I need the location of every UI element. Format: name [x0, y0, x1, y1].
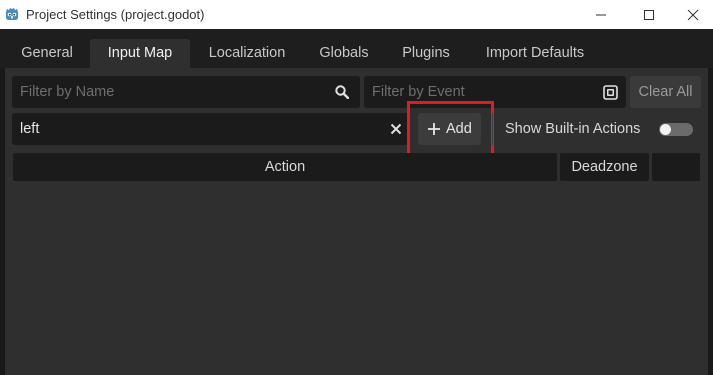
action-name-value: left: [20, 121, 40, 137]
tab-plugins[interactable]: Plugins: [389, 39, 463, 68]
tab-globals[interactable]: Globals: [305, 39, 383, 68]
show-builtin-label: Show Built-in Actions: [505, 121, 641, 137]
close-icon: [390, 123, 402, 135]
tab-bar: General Input Map Localization Globals P…: [0, 29, 713, 68]
action-table-body: [5, 182, 708, 375]
minimize-icon: [596, 14, 606, 15]
toggle-knob: [660, 124, 671, 135]
show-builtin-toggle[interactable]: [659, 123, 693, 136]
filter-by-name-placeholder: Filter by Name: [20, 84, 115, 100]
highlight-box: [407, 101, 494, 159]
close-icon: [687, 9, 699, 20]
tab-input-map[interactable]: Input Map: [90, 39, 190, 68]
clear-all-button[interactable]: Clear All: [630, 76, 701, 108]
keyboard-icon[interactable]: [602, 84, 618, 100]
column-header-deadzone[interactable]: Deadzone: [560, 153, 649, 181]
filter-by-name-input[interactable]: Filter by Name: [12, 76, 360, 108]
filter-by-event-input[interactable]: Filter by Event: [364, 76, 626, 108]
window-title: Project Settings (project.godot): [26, 7, 205, 22]
column-header-extra: [652, 153, 700, 181]
tab-import-defaults[interactable]: Import Defaults: [470, 39, 600, 68]
input-map-panel: Filter by Name Filter by Event Clear All…: [5, 68, 708, 375]
action-name-input[interactable]: left: [12, 113, 410, 145]
tab-localization[interactable]: Localization: [196, 39, 298, 68]
column-header-action[interactable]: Action: [13, 153, 557, 181]
tab-general[interactable]: General: [10, 39, 84, 68]
close-window-button[interactable]: [670, 0, 713, 29]
title-bar: Project Settings (project.godot): [0, 0, 713, 29]
maximize-button[interactable]: [626, 0, 672, 29]
maximize-icon: [644, 9, 654, 20]
clear-input-button[interactable]: [389, 122, 403, 136]
search-icon: [334, 84, 350, 100]
godot-icon: [6, 8, 18, 20]
minimize-button[interactable]: [578, 0, 624, 29]
toolbar-divider: [492, 113, 493, 145]
